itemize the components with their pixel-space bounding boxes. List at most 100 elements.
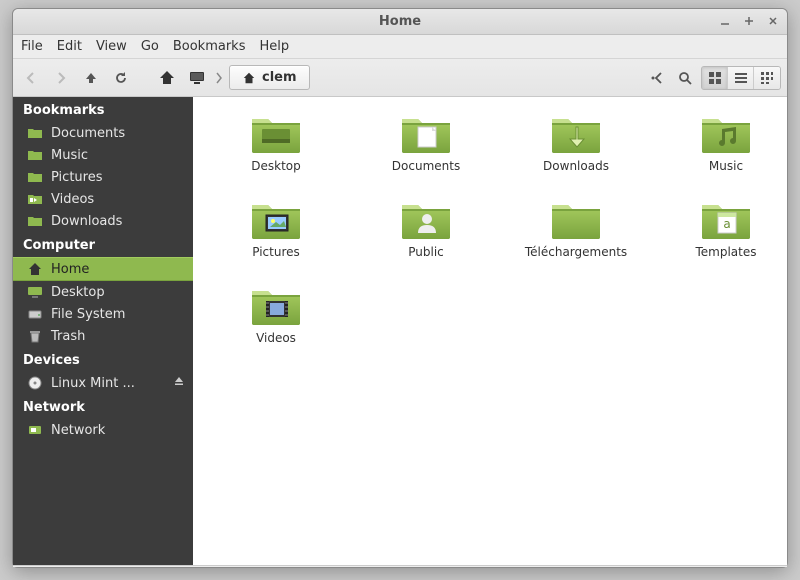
toolbar: clem — [13, 59, 787, 97]
reload-button[interactable] — [109, 66, 133, 90]
sidebar-item-label: Videos — [51, 192, 94, 207]
drive-icon — [27, 306, 43, 322]
content-area[interactable]: Desktop Documents Downloads Music Pictur… — [193, 97, 787, 565]
menu-file[interactable]: File — [21, 39, 43, 54]
sidebar-item-label: Network — [51, 423, 105, 438]
sidebar-section-title: Network — [13, 394, 193, 419]
sidebar-item-network[interactable]: Network — [13, 419, 193, 441]
menubar: File Edit View Go Bookmarks Help — [13, 35, 787, 59]
folder-label: Music — [709, 159, 743, 173]
sidebar-item-label: Pictures — [51, 170, 102, 185]
toggle-path-button[interactable] — [645, 66, 669, 90]
disc-icon — [27, 375, 43, 391]
folder-icon — [398, 111, 454, 157]
up-button[interactable] — [79, 66, 103, 90]
folder-item-videos[interactable]: Videos — [201, 283, 351, 369]
folder-item-desktop[interactable]: Desktop — [201, 111, 351, 197]
path-segment-home[interactable]: clem — [229, 65, 310, 90]
sidebar-item-pictures[interactable]: Pictures — [13, 166, 193, 188]
sidebar-section-title: Bookmarks — [13, 97, 193, 122]
sidebar-item-trash[interactable]: Trash — [13, 325, 193, 347]
folder-grid: Desktop Documents Downloads Music Pictur… — [201, 111, 779, 369]
svg-text:a: a — [723, 217, 730, 231]
folder-icon — [27, 213, 43, 229]
file-manager-window: Home File Edit View Go Bookmarks Help — [12, 8, 788, 568]
folder-label: Desktop — [251, 159, 301, 173]
window-title: Home — [13, 14, 787, 29]
trash-icon — [27, 328, 43, 344]
sidebar-item-label: Trash — [51, 329, 85, 344]
sidebar-item-documents[interactable]: Documents — [13, 122, 193, 144]
sidebar-item-music[interactable]: Music — [13, 144, 193, 166]
sidebar-section-title: Computer — [13, 232, 193, 257]
folder-icon — [248, 197, 304, 243]
minimize-button[interactable] — [717, 13, 733, 29]
folder-label: Downloads — [543, 159, 609, 173]
sidebar-section-title: Devices — [13, 347, 193, 372]
folder-icon — [398, 197, 454, 243]
sidebar-item-downloads[interactable]: Downloads — [13, 210, 193, 232]
maximize-button[interactable] — [741, 13, 757, 29]
folder-icon — [27, 169, 43, 185]
folder-item-music[interactable]: Music — [651, 111, 787, 197]
folder-icon — [548, 197, 604, 243]
sidebar-item-videos[interactable]: Videos — [13, 188, 193, 210]
computer-button[interactable] — [185, 66, 209, 90]
sidebar-item-desktop[interactable]: Desktop — [13, 281, 193, 303]
back-button[interactable] — [19, 66, 43, 90]
eject-icon[interactable] — [173, 375, 185, 391]
search-button[interactable] — [673, 66, 697, 90]
folder-icon — [698, 111, 754, 157]
folder-icon — [548, 111, 604, 157]
folder-label: Documents — [392, 159, 460, 173]
sidebar-item-label: Linux Mint ... — [51, 376, 135, 391]
view-list-button[interactable] — [728, 67, 754, 89]
view-icons-button[interactable] — [702, 67, 728, 89]
folder-label: Templates — [695, 245, 756, 259]
network-icon — [27, 422, 43, 438]
menu-edit[interactable]: Edit — [57, 39, 82, 54]
folder-video-icon — [27, 191, 43, 207]
home-icon — [242, 71, 256, 85]
folder-item-t-l-chargements[interactable]: Téléchargements — [501, 197, 651, 283]
menu-view[interactable]: View — [96, 39, 127, 54]
home-button[interactable] — [155, 66, 179, 90]
sidebar-item-label: File System — [51, 307, 125, 322]
folder-icon — [248, 283, 304, 329]
desktop-icon — [27, 284, 43, 300]
folder-icon — [27, 125, 43, 141]
folder-label: Téléchargements — [525, 245, 627, 259]
sidebar-item-home[interactable]: Home — [13, 257, 193, 281]
sidebar-item-label: Home — [51, 262, 89, 277]
folder-item-documents[interactable]: Documents — [351, 111, 501, 197]
folder-icon: a — [698, 197, 754, 243]
menu-help[interactable]: Help — [259, 39, 289, 54]
view-compact-button[interactable] — [754, 67, 780, 89]
folder-label: Pictures — [252, 245, 300, 259]
sidebar-item-label: Documents — [51, 126, 125, 141]
sidebar: Bookmarks Documents Music Pictures Videos Dow… — [13, 97, 193, 565]
path-label: clem — [262, 70, 297, 85]
menu-bookmarks[interactable]: Bookmarks — [173, 39, 246, 54]
folder-item-public[interactable]: Public — [351, 197, 501, 283]
folder-item-downloads[interactable]: Downloads — [501, 111, 651, 197]
folder-label: Public — [408, 245, 444, 259]
folder-icon — [248, 111, 304, 157]
folder-label: Videos — [256, 331, 296, 345]
home-icon — [27, 261, 43, 277]
folder-icon — [27, 147, 43, 163]
folder-item-templates[interactable]: a Templates — [651, 197, 787, 283]
sidebar-item-label: Desktop — [51, 285, 105, 300]
folder-item-pictures[interactable]: Pictures — [201, 197, 351, 283]
statusbar — [13, 565, 787, 567]
titlebar: Home — [13, 9, 787, 35]
path-separator-icon — [215, 69, 223, 87]
close-button[interactable] — [765, 13, 781, 29]
sidebar-item-label: Downloads — [51, 214, 122, 229]
menu-go[interactable]: Go — [141, 39, 159, 54]
sidebar-item-linux-mint-[interactable]: Linux Mint ... — [13, 372, 193, 394]
sidebar-item-file-system[interactable]: File System — [13, 303, 193, 325]
view-mode-group — [701, 66, 781, 90]
forward-button[interactable] — [49, 66, 73, 90]
sidebar-item-label: Music — [51, 148, 88, 163]
